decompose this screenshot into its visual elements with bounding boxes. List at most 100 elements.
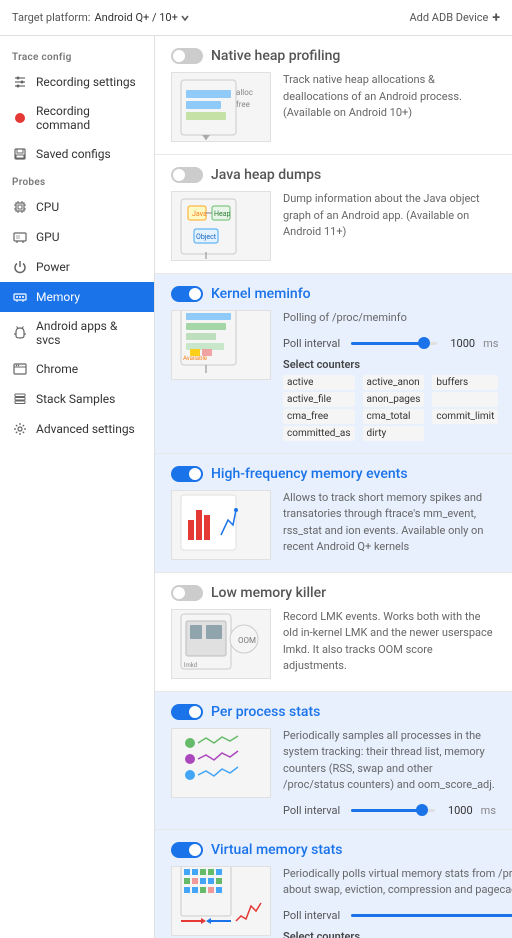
sidebar-item-recording-settings[interactable]: Recording settings (0, 67, 154, 97)
svg-text:Available: Available (183, 355, 207, 362)
low-memory-illustration: lmkd OOM (171, 609, 271, 679)
sidebar-item-label: Saved configs (36, 147, 111, 161)
sidebar-item-label: Power (36, 260, 70, 274)
probe-high-freq-header: High-frequency memory events (171, 466, 496, 482)
probe-high-freq: High-frequency memory events Allow (155, 454, 512, 573)
virtual-memory-poll-row: Poll interval 1000 ms (283, 909, 512, 922)
sidebar-item-gpu[interactable]: GPU (0, 222, 154, 252)
probe-low-memory-header: Low memory killer (171, 585, 496, 601)
per-process-desc: Periodically samples all processes in th… (283, 728, 496, 794)
counter-cached[interactable] (432, 392, 498, 407)
sidebar-item-chrome[interactable]: Chrome (0, 354, 154, 384)
kernel-meminfo-illustration: Available (171, 310, 271, 380)
low-memory-title: Low memory killer (211, 585, 326, 601)
kernel-meminfo-poll-row: Poll interval 1000 ms (283, 337, 498, 350)
svg-text:Heap: Heap (214, 210, 231, 218)
virtual-memory-poll-label: Poll interval (283, 909, 343, 922)
low-memory-toggle[interactable] (171, 585, 203, 601)
probe-native-heap: Native heap profiling alloc free Tra (155, 36, 512, 155)
high-freq-title: High-frequency memory events (211, 466, 408, 482)
cpu-icon (12, 199, 28, 215)
per-process-toggle[interactable] (171, 704, 203, 720)
top-bar: Target platform: Android Q+ / 10+ Add AD… (0, 0, 512, 36)
sidebar-item-label: GPU (36, 230, 60, 244)
probe-virtual-memory-body: Periodically polls virtual memory stats … (171, 866, 496, 938)
counter-commit-limit[interactable]: commit_limit (432, 409, 498, 424)
poll-slider[interactable] (351, 342, 437, 345)
sidebar-item-saved-configs[interactable]: Saved configs (0, 139, 154, 169)
platform-label: Target platform: (12, 11, 90, 24)
counter-committed-as[interactable]: committed_as (283, 426, 355, 441)
gear-icon (12, 421, 28, 437)
sidebar-item-recording-command[interactable]: Recording command (0, 97, 154, 139)
probe-virtual-memory-right: Periodically polls virtual memory stats … (283, 866, 512, 938)
per-process-poll-unit: ms (481, 804, 496, 817)
svg-text:lmkd: lmkd (184, 662, 197, 669)
probe-kernel-meminfo-right: Polling of /proc/meminfo Poll interval 1… (283, 310, 498, 441)
counter-dirty[interactable]: dirty (363, 426, 425, 441)
svg-text:alloc: alloc (236, 88, 253, 97)
sidebar-item-label: Stack Samples (36, 392, 115, 406)
vm-counters-title: Select counters (283, 930, 512, 938)
svg-text:OOM: OOM (238, 636, 256, 645)
sidebar-item-label: Recording settings (36, 75, 136, 89)
counter-cma-free[interactable]: cma_free (283, 409, 355, 424)
sidebar-item-label: Advanced settings (36, 422, 135, 436)
kernel-meminfo-desc: Polling of /proc/meminfo (283, 310, 498, 327)
sidebar-item-power[interactable]: Power (0, 252, 154, 282)
android-icon (12, 325, 28, 341)
slider-thumb (418, 337, 430, 349)
probe-low-memory: Low memory killer lmkd OOM Record LM (155, 573, 512, 692)
power-icon (12, 259, 28, 275)
poll-unit: ms (483, 337, 498, 350)
java-heap-title: Java heap dumps (211, 167, 321, 183)
sidebar-item-label: Memory (36, 290, 80, 304)
virtual-memory-illustration (171, 866, 271, 936)
counter-active[interactable]: active (283, 375, 355, 390)
memory-icon (12, 289, 28, 305)
per-process-poll-slider[interactable] (351, 809, 435, 812)
platform-select[interactable]: Android Q+ / 10+ (94, 11, 189, 24)
java-heap-desc: Dump information about the Java object g… (283, 191, 496, 261)
probe-native-heap-header: Native heap profiling (171, 48, 496, 64)
sliders-icon (12, 74, 28, 90)
sidebar-item-label: Chrome (36, 362, 78, 376)
add-adb-device-button[interactable]: Add ADB Device + (409, 10, 500, 26)
per-process-poll-label: Poll interval (283, 804, 343, 817)
per-process-poll-value: 1000 (443, 804, 473, 817)
svg-text:free: free (236, 100, 250, 109)
native-heap-illustration: alloc free (171, 72, 271, 142)
probe-virtual-memory-header: Virtual memory stats (171, 842, 496, 858)
per-process-illustration (171, 728, 271, 798)
probe-per-process-right: Periodically samples all processes in th… (283, 728, 496, 817)
slider-fill (351, 914, 512, 917)
probe-java-heap-body: Java Heap Object Dump information about … (171, 191, 496, 261)
virtual-memory-poll-slider[interactable] (351, 914, 512, 917)
sidebar-item-advanced-settings[interactable]: Advanced settings (0, 414, 154, 444)
per-process-poll-row: Poll interval 1000 ms (283, 804, 496, 817)
sidebar-item-memory[interactable]: Memory (0, 282, 154, 312)
probe-native-heap-body: alloc free Track native heap allocations… (171, 72, 496, 142)
probes-section-title: Probes (0, 169, 154, 192)
counters-title: Select counters (283, 358, 498, 371)
high-freq-toggle[interactable] (171, 466, 203, 482)
kernel-meminfo-toggle[interactable] (171, 286, 203, 302)
main-layout: Trace config Recording settings Recordin… (0, 36, 512, 938)
save-icon (12, 146, 28, 162)
counter-active-file[interactable]: active_file (283, 392, 355, 407)
sidebar-item-cpu[interactable]: CPU (0, 192, 154, 222)
high-freq-desc: Allows to track short memory spikes and … (283, 490, 496, 560)
counter-active-anon[interactable]: active_anon (363, 375, 425, 390)
native-heap-toggle[interactable] (171, 48, 203, 64)
java-heap-toggle[interactable] (171, 167, 203, 183)
virtual-memory-toggle[interactable] (171, 842, 203, 858)
counter-cma-total[interactable]: cma_total (363, 409, 425, 424)
counter-anon-pages[interactable]: anon_pages (363, 392, 425, 407)
probe-kernel-meminfo-body: Available Polling of /proc/meminfo Poll … (171, 310, 496, 441)
counter-buffers[interactable]: buffers (432, 375, 498, 390)
probe-per-process-body: Periodically samples all processes in th… (171, 728, 496, 817)
sidebar-item-stack-samples[interactable]: Stack Samples (0, 384, 154, 414)
sidebar-item-android-apps[interactable]: Android apps & svcs (0, 312, 154, 354)
probe-java-heap-header: Java heap dumps (171, 167, 496, 183)
java-heap-illustration: Java Heap Object (171, 191, 271, 261)
